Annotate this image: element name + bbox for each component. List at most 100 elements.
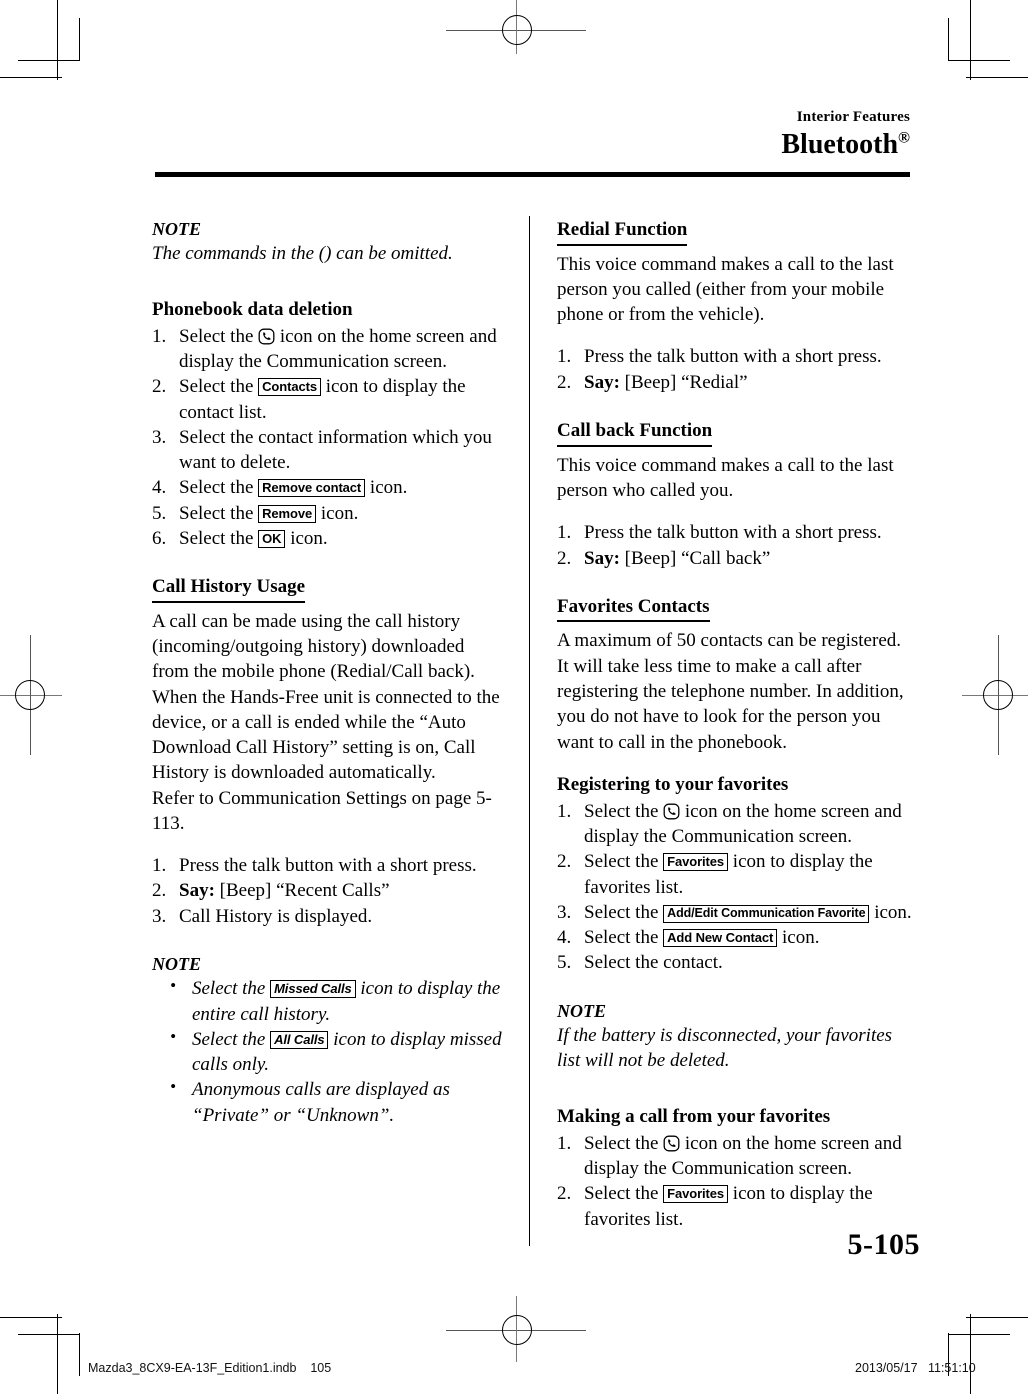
section-heading-redial-wrap: Redial Function bbox=[557, 218, 912, 252]
note-block-call-history: NOTE • Select the Missed Calls icon to di… bbox=[152, 953, 502, 1128]
step-item: 1. Select the icon on the home screen and… bbox=[557, 1131, 912, 1182]
step-number: 3. bbox=[152, 905, 167, 927]
section-heading-favorites-contacts-wrap: Favorites Contacts bbox=[557, 595, 912, 629]
all-calls-button[interactable]: All Calls bbox=[270, 1030, 329, 1049]
crop-mark-bottom-left-inner-horizontal bbox=[18, 1334, 80, 1335]
page-number: 5-105 bbox=[847, 1228, 920, 1261]
step-item: 1. Press the talk button with a short pre… bbox=[152, 853, 502, 878]
bullet-text-pre: Select the bbox=[192, 978, 271, 1000]
step-item: 3. Select the Add/Edit Communication Favo… bbox=[557, 900, 912, 925]
step-item: 5. Select the Remove icon. bbox=[152, 501, 502, 526]
crop-mark-top-right-inner-vertical bbox=[948, 18, 949, 61]
missed-calls-button[interactable]: Missed Calls bbox=[270, 980, 356, 999]
bullet-icon: • bbox=[170, 1026, 176, 1046]
step-text-pre: Select the bbox=[179, 527, 259, 549]
step-text: [Beep] “Redial” bbox=[619, 371, 748, 393]
step-number: 2. bbox=[557, 851, 572, 873]
step-text-post: icon. bbox=[285, 527, 328, 549]
step-number: 2. bbox=[152, 880, 167, 902]
step-number: 2. bbox=[152, 376, 167, 398]
remove-contact-button[interactable]: Remove contact bbox=[258, 479, 366, 498]
step-number: 3. bbox=[557, 901, 572, 923]
step-item: 1. Press the talk button with a short pre… bbox=[557, 520, 912, 545]
step-number: 4. bbox=[152, 477, 167, 499]
column-divider bbox=[529, 216, 530, 1246]
step-item: 2. Select the Favorites icon to display t… bbox=[557, 849, 912, 900]
contacts-button[interactable]: Contacts bbox=[258, 378, 321, 397]
step-text-pre: Select the bbox=[179, 325, 259, 347]
step-text: [Beep] “Call back” bbox=[619, 547, 771, 569]
step-item: 2. Say: [Beep] “Call back” bbox=[557, 546, 912, 571]
section-heading-call-back-wrap: Call back Function bbox=[557, 419, 912, 453]
note-block-commands: NOTE The commands in the () can be omitt… bbox=[152, 218, 502, 267]
crop-mark-top-left-horizontal bbox=[0, 77, 62, 78]
step-item: 4. Select the Add New Contact icon. bbox=[557, 925, 912, 950]
crop-mark-bottom-right-inner-horizontal bbox=[948, 1334, 1010, 1335]
step-text-pre: Select the bbox=[179, 376, 259, 398]
remove-button[interactable]: Remove bbox=[258, 504, 317, 523]
section-heading-call-history: Call History Usage bbox=[152, 575, 306, 603]
crop-mark-top-left-inner-horizontal bbox=[18, 60, 80, 61]
step-number: 1. bbox=[152, 855, 167, 877]
crop-mark-bottom-left-vertical bbox=[57, 1314, 58, 1394]
crop-mark-top-right-vertical bbox=[970, 0, 971, 80]
section-heading-favorites-contacts: Favorites Contacts bbox=[557, 595, 710, 623]
ok-button[interactable]: OK bbox=[258, 529, 286, 548]
crop-mark-top-left-inner-vertical bbox=[79, 18, 80, 61]
section-heading-phonebook-deletion: Phonebook data deletion bbox=[152, 298, 353, 320]
phone-communication-icon bbox=[663, 1135, 680, 1152]
footer-timestamp: 2013/05/17 11:51:10 bbox=[855, 1361, 976, 1375]
step-text-pre: Select the bbox=[179, 502, 259, 524]
step-number: 3. bbox=[152, 426, 167, 448]
step-text-pre: Select the contact. bbox=[584, 952, 723, 974]
step-text: Press the talk button with a short press… bbox=[584, 346, 882, 368]
step-text-post: icon. bbox=[869, 901, 912, 923]
step-item: 1. Select the icon on the home screen and… bbox=[152, 324, 502, 375]
crop-mark-top-left-vertical bbox=[57, 0, 58, 80]
step-text-pre: Select the bbox=[584, 927, 664, 949]
step-number: 2. bbox=[557, 1183, 572, 1205]
say-label: Say: bbox=[584, 547, 620, 569]
step-item: 6. Select the OK icon. bbox=[152, 526, 502, 551]
list-item: • Select the Missed Calls icon to display… bbox=[166, 976, 502, 1027]
favorites-button[interactable]: Favorites bbox=[663, 1185, 729, 1204]
crop-mark-bottom-right-horizontal bbox=[966, 1317, 1028, 1318]
step-item: 4. Select the Remove contact icon. bbox=[152, 475, 502, 500]
favorites-button[interactable]: Favorites bbox=[663, 853, 729, 872]
step-number: 5. bbox=[152, 502, 167, 524]
step-number: 6. bbox=[152, 527, 167, 549]
step-number: 1. bbox=[152, 325, 167, 347]
registered-trademark-symbol: ® bbox=[898, 129, 910, 147]
step-number: 1. bbox=[557, 522, 572, 544]
left-column: NOTE The commands in the () can be omitt… bbox=[152, 218, 502, 1128]
note-text: The commands in the () can be omitted. bbox=[152, 243, 453, 265]
step-number: 2. bbox=[557, 547, 572, 569]
note-label: NOTE bbox=[557, 1000, 606, 1021]
steps-making-call: 1. Select the icon on the home screen and… bbox=[557, 1131, 912, 1232]
step-text-pre: Select the bbox=[584, 1183, 664, 1205]
bullet-icon: • bbox=[170, 1077, 176, 1097]
step-number: 5. bbox=[557, 952, 572, 974]
section-heading-call-back: Call back Function bbox=[557, 419, 713, 447]
step-text-pre: Select the bbox=[584, 851, 664, 873]
add-new-contact-button[interactable]: Add New Contact bbox=[663, 929, 778, 948]
step-item: 2. Select the Favorites icon to display t… bbox=[557, 1181, 912, 1232]
step-text-post: icon. bbox=[365, 477, 408, 499]
step-text-pre: Select the bbox=[584, 1132, 664, 1154]
step-text-pre: Select the bbox=[584, 901, 664, 923]
step-text-post: icon. bbox=[316, 502, 359, 524]
bullet-text-pre: Anonymous calls are displayed as “Privat… bbox=[192, 1079, 450, 1126]
redial-paragraph: This voice command makes a call to the l… bbox=[557, 253, 894, 326]
step-item: 2. Say: [Beep] “Redial” bbox=[557, 370, 912, 395]
crop-mark-bottom-left-horizontal bbox=[0, 1317, 62, 1318]
header-rule bbox=[155, 172, 910, 177]
step-number: 2. bbox=[557, 371, 572, 393]
step-item: 2. Select the Contacts icon to display th… bbox=[152, 374, 502, 425]
section-heading-call-history-wrap: Call History Usage bbox=[152, 575, 502, 609]
step-text: Press the talk button with a short press… bbox=[179, 855, 477, 877]
step-text-pre: Select the bbox=[179, 477, 259, 499]
step-item: 1. Press the talk button with a short pre… bbox=[557, 344, 912, 369]
note-block-battery: NOTE If the battery is disconnected, you… bbox=[557, 1000, 912, 1074]
step-text-post: icon. bbox=[777, 927, 820, 949]
add-edit-communication-favorite-button[interactable]: Add/Edit Communication Favorite bbox=[663, 904, 870, 923]
